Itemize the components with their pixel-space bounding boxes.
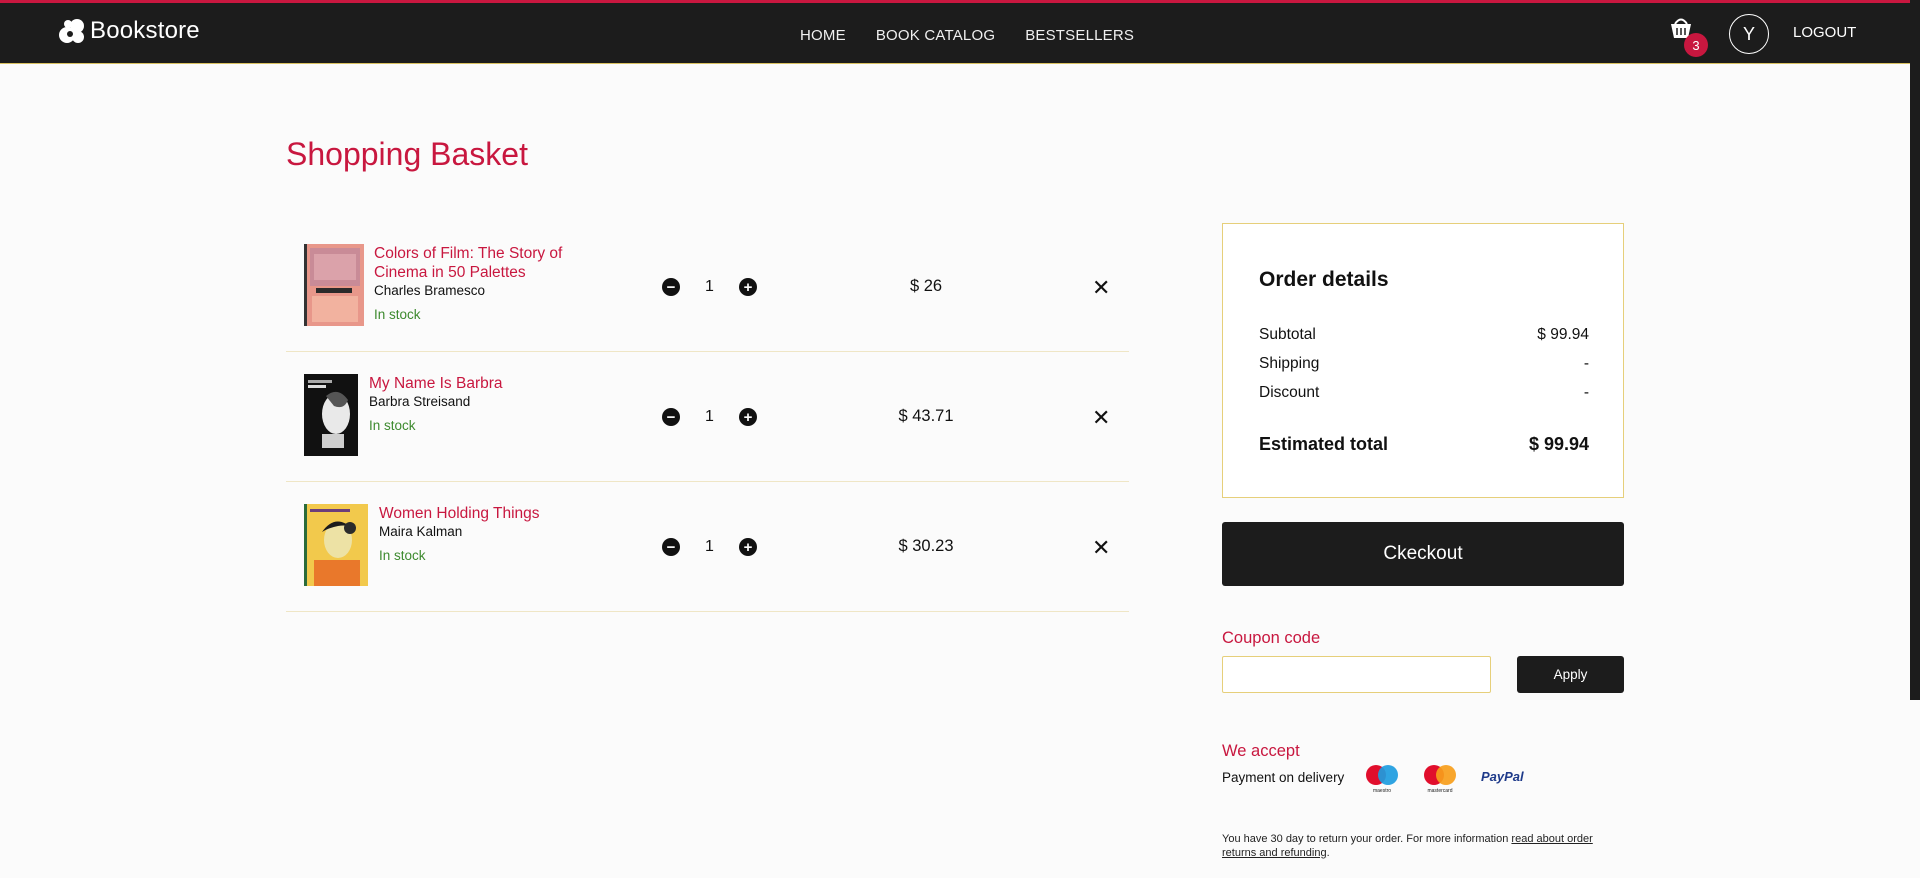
payment-on-delivery: Payment on delivery <box>1222 770 1345 785</box>
returns-policy-text: You have 30 day to return your order. Fo… <box>1222 832 1622 860</box>
nav-bestsellers[interactable]: BESTSELLERS <box>1025 27 1134 44</box>
page-title: Shopping Basket <box>286 136 528 172</box>
main-nav: HOME BOOK CATALOG BESTSELLERS <box>800 27 1134 44</box>
quantity-stepper: − 1 + <box>662 278 757 296</box>
book-title-link[interactable]: Colors of Film: The Story of Cinema in 5… <box>374 244 564 282</box>
paypal-logo: PayPal <box>1481 769 1524 784</box>
basket-item: My Name Is Barbra Barbra Streisand In st… <box>286 352 1129 482</box>
book-cover-women-holding-things[interactable] <box>304 504 368 586</box>
checkout-button[interactable]: Ckeckout <box>1222 522 1624 586</box>
book-cover-my-name-is-barbra[interactable] <box>304 374 358 456</box>
estimated-total-label: Estimated total <box>1259 434 1389 454</box>
book-cover-colors-of-film[interactable] <box>304 244 364 326</box>
quantity-value: 1 <box>705 538 714 555</box>
coupon-code-label: Coupon code <box>1222 629 1321 647</box>
decrease-quantity-button[interactable]: − <box>662 538 680 556</box>
book-author: Charles Bramesco <box>374 283 486 298</box>
increase-quantity-button[interactable]: + <box>739 408 757 426</box>
subtotal-label: Subtotal <box>1259 326 1316 343</box>
cart-count-badge: 3 <box>1684 33 1708 57</box>
decrease-quantity-button[interactable]: − <box>662 278 680 296</box>
shipping-label: Shipping <box>1259 355 1320 372</box>
estimated-total-value: $ 99.94 <box>1528 434 1589 454</box>
estimated-total-row: Estimated total $ 99.94 <box>1259 434 1589 455</box>
book-title-link[interactable]: My Name Is Barbra <box>369 374 559 393</box>
bookstore-logo-icon <box>59 19 84 43</box>
stock-status: In stock <box>374 307 421 322</box>
remove-item-icon[interactable]: ✕ <box>1092 535 1110 561</box>
subtotal-row: Subtotal $ 99.94 <box>1259 326 1589 344</box>
item-price: $ 26 <box>909 277 943 295</box>
maestro-icon: maestro <box>1366 765 1398 794</box>
mastercard-wordmark: mastercard <box>1427 788 1452 794</box>
nav-book-catalog[interactable]: BOOK CATALOG <box>876 27 995 44</box>
coupon-code-input[interactable] <box>1222 656 1491 693</box>
stock-status: In stock <box>379 548 426 563</box>
remove-item-icon[interactable]: ✕ <box>1092 405 1110 431</box>
nav-home[interactable]: HOME <box>800 27 846 44</box>
discount-label: Discount <box>1259 384 1320 401</box>
increase-quantity-button[interactable]: + <box>739 538 757 556</box>
top-navbar: Bookstore HOME BOOK CATALOG BESTSELLERS <box>0 0 1910 64</box>
maestro-wordmark: maestro <box>1373 788 1391 794</box>
returns-text: You have 30 day to return your order. Fo… <box>1222 833 1512 845</box>
logout-link[interactable]: LOGOUT <box>1793 24 1856 41</box>
apply-coupon-button[interactable]: Apply <box>1517 656 1624 693</box>
item-price: $ 43.71 <box>898 407 954 425</box>
order-details-title: Order details <box>1259 268 1389 291</box>
basket-items-list: Colors of Film: The Story of Cinema in 5… <box>286 222 1129 612</box>
basket-item: Colors of Film: The Story of Cinema in 5… <box>286 222 1129 352</box>
increase-quantity-button[interactable]: + <box>739 278 757 296</box>
user-avatar[interactable]: Y <box>1729 14 1769 54</box>
mastercard-icon: mastercard <box>1424 765 1456 794</box>
item-price: $ 30.23 <box>898 537 954 555</box>
order-details-panel: Order details Subtotal $ 99.94 Shipping … <box>1222 223 1624 498</box>
shipping-value: - <box>1583 355 1589 372</box>
book-author: Maira Kalman <box>379 524 463 539</box>
quantity-value: 1 <box>705 408 714 425</box>
brand-logo-link[interactable]: Bookstore <box>58 17 200 45</box>
returns-tail: . <box>1326 847 1330 859</box>
remove-item-icon[interactable]: ✕ <box>1092 275 1110 301</box>
book-author: Barbra Streisand <box>369 394 471 409</box>
basket-item: Women Holding Things Maira Kalman In sto… <box>286 482 1129 612</box>
quantity-stepper: − 1 + <box>662 408 757 426</box>
quantity-stepper: − 1 + <box>662 538 757 556</box>
brand-name: Bookstore <box>90 17 200 44</box>
decrease-quantity-button[interactable]: − <box>662 408 680 426</box>
discount-value: - <box>1583 384 1589 401</box>
discount-row: Discount - <box>1259 384 1589 402</box>
quantity-value: 1 <box>705 278 714 295</box>
we-accept-label: We accept <box>1222 742 1300 760</box>
book-title-link[interactable]: Women Holding Things <box>379 504 569 523</box>
shipping-row: Shipping - <box>1259 355 1589 373</box>
stock-status: In stock <box>369 418 416 433</box>
scrollbar[interactable] <box>1910 0 1920 700</box>
subtotal-value: $ 99.94 <box>1537 326 1589 343</box>
